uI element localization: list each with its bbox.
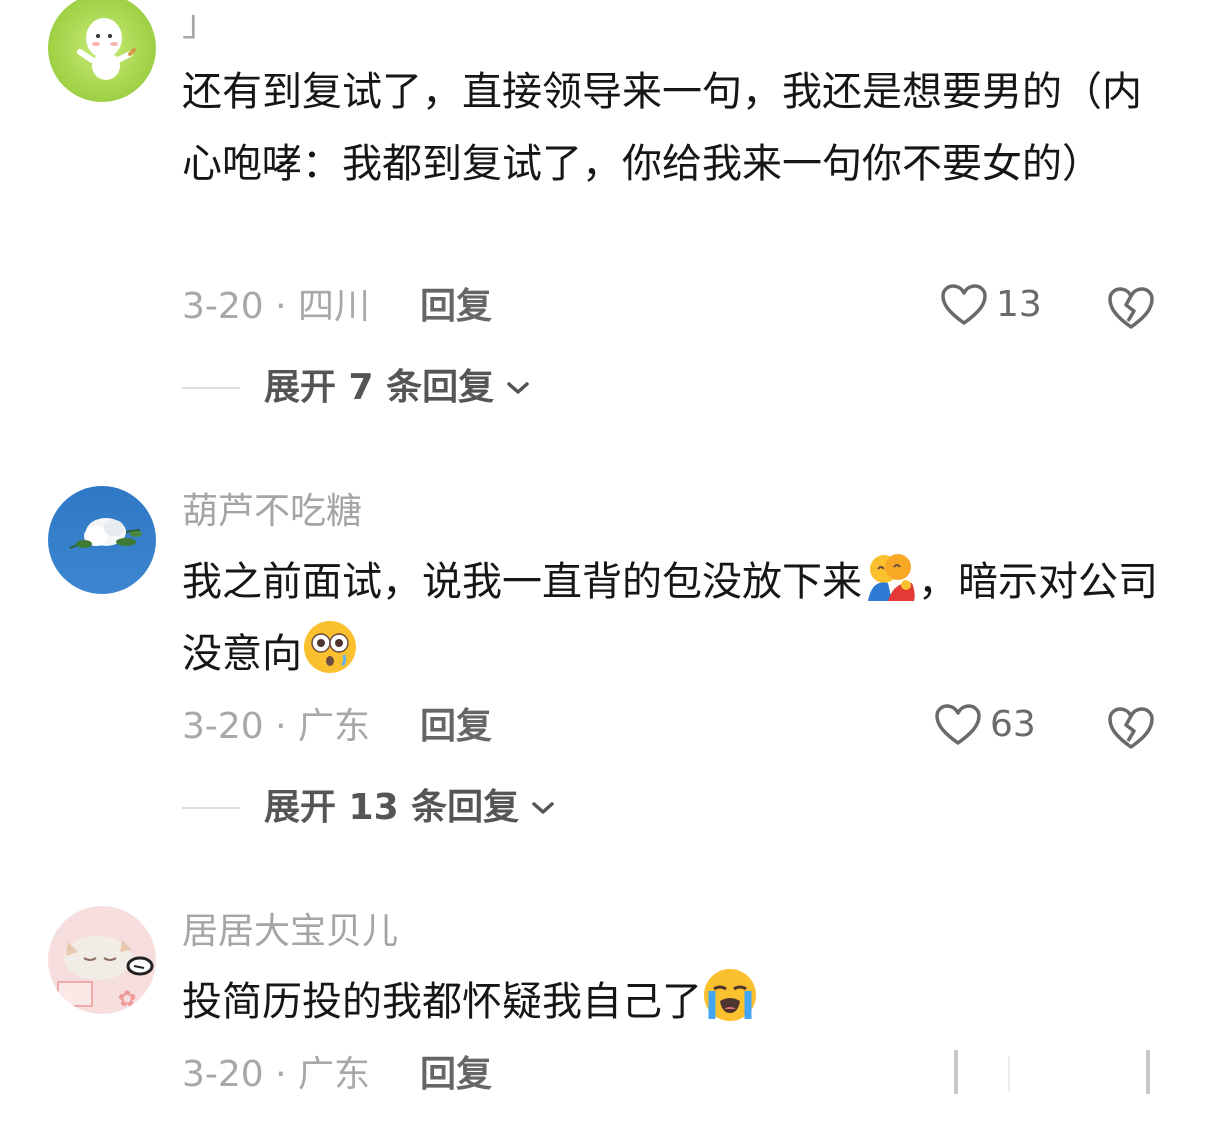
- people-hugging-emoji-icon: [868, 554, 915, 601]
- heart-icon: [941, 284, 987, 325]
- flushed-face-emoji-icon: [304, 621, 356, 673]
- avatar[interactable]: [48, 0, 156, 102]
- reply-button[interactable]: 回复: [420, 285, 492, 329]
- divider-line: [182, 807, 240, 809]
- comment-text-part1: 我之前面试，说我一直背的包没放下来: [182, 559, 862, 605]
- svg-text:✿: ✿: [118, 987, 136, 1012]
- username[interactable]: 居居大宝贝儿: [182, 910, 398, 954]
- loading-placeholder-icon: [954, 1050, 1150, 1094]
- expand-label: 展开 13 条回复: [264, 787, 520, 828]
- chevron-down-icon: [532, 802, 554, 814]
- broken-heart-icon[interactable]: [1106, 705, 1156, 751]
- username[interactable]: 葫芦不吃糖: [182, 490, 362, 534]
- heart-icon: [935, 704, 981, 745]
- expand-replies-button[interactable]: 展开 13 条回复: [182, 786, 557, 830]
- comment-text: 我之前面试，说我一直背的包没放下来 ，暗示对公司没意向: [182, 546, 1172, 690]
- date-location: 3-20 · 广东: [182, 706, 371, 747]
- avatar[interactable]: ✿: [48, 906, 156, 1014]
- expand-replies-button[interactable]: 展开 7 条回复: [182, 366, 532, 410]
- broken-heart-icon[interactable]: [1106, 285, 1156, 331]
- chevron-down-icon: [507, 382, 529, 394]
- comment-text: 还有到复试了，直接领导来一句，我还是想要男的（内心咆哮：我都到复试了，你给我来一…: [182, 69, 1142, 187]
- like-count: 63: [990, 704, 1036, 745]
- loudly-crying-face-emoji-icon: [704, 969, 756, 1021]
- comment-text: 投简历投的我都怀疑我自己了: [182, 966, 1172, 1038]
- date-location: 3-20 · 四川: [182, 286, 371, 327]
- avatar[interactable]: [48, 486, 156, 594]
- like-count: 13: [996, 284, 1042, 325]
- expand-label: 展开 7 条回复: [264, 367, 495, 408]
- reply-button[interactable]: 回复: [420, 705, 492, 749]
- username[interactable]: 」: [182, 2, 218, 46]
- date-location: 3-20 · 广东: [182, 1054, 371, 1095]
- like-button[interactable]: 63: [934, 703, 1036, 747]
- comment-text-part1: 投简历投的我都怀疑我自己了: [182, 979, 702, 1025]
- divider-line: [182, 387, 240, 389]
- like-button[interactable]: 13: [940, 283, 1042, 327]
- reply-button[interactable]: 回复: [420, 1053, 492, 1097]
